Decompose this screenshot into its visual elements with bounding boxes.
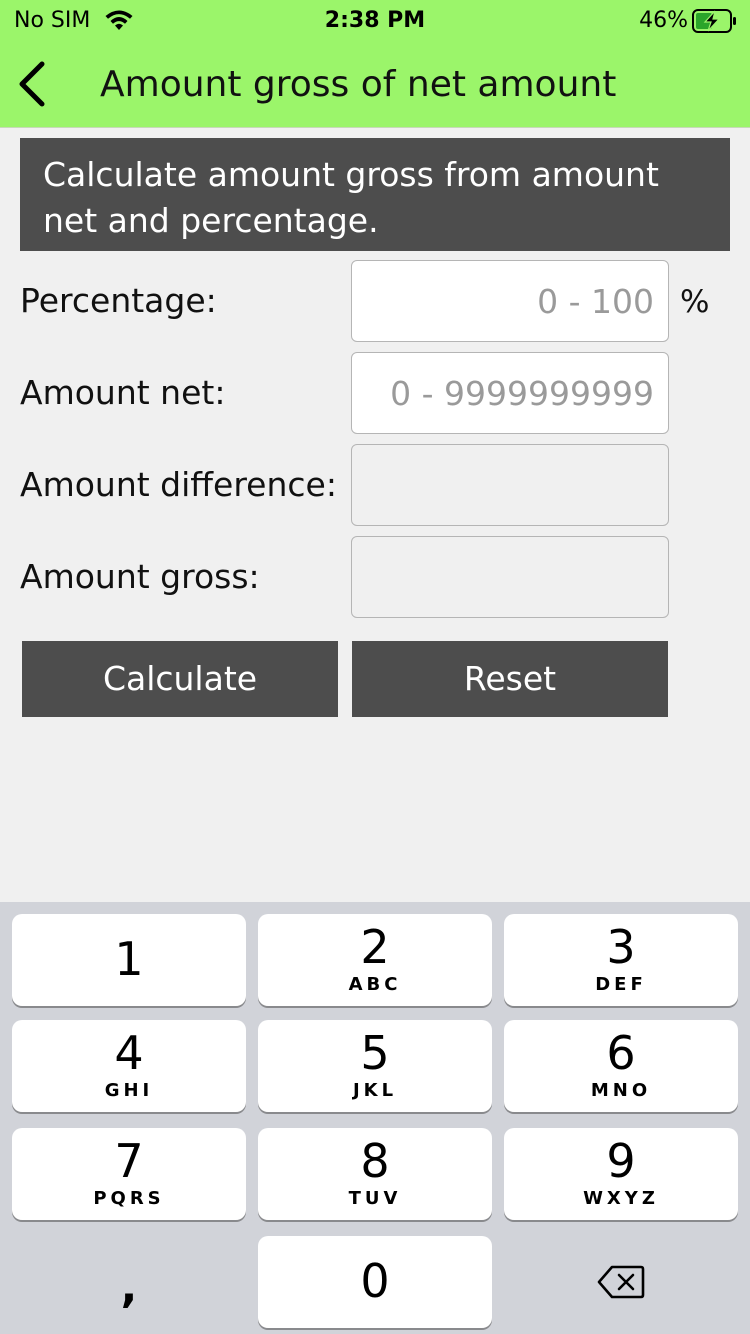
- page-title: Amount gross of net amount: [100, 64, 617, 105]
- key-letters: JKL: [352, 1080, 398, 1101]
- clock: 2:38 PM: [324, 8, 426, 33]
- key-5[interactable]: 5 JKL: [258, 1020, 492, 1112]
- key-letters: MNO: [590, 1080, 652, 1101]
- delete-key[interactable]: [504, 1236, 738, 1328]
- key-0[interactable]: 0: [258, 1236, 492, 1328]
- key-digit: 3: [606, 920, 636, 974]
- key-letters: TUV: [348, 1188, 402, 1209]
- key-letters: PQRS: [93, 1188, 165, 1209]
- key-letters: DEF: [595, 974, 647, 995]
- amount-difference-label: Amount difference:: [20, 465, 337, 504]
- key-digit: 5: [360, 1026, 390, 1080]
- amount-gross-field: [351, 536, 669, 618]
- key-1[interactable]: 1: [12, 914, 246, 1006]
- key-digit: 1: [114, 932, 144, 986]
- key-letters: WXYZ: [583, 1188, 659, 1209]
- amount-difference-field: [351, 444, 669, 526]
- status-bar: No SIM 2:38 PM 46%: [0, 0, 750, 40]
- calculate-button[interactable]: Calculate: [22, 641, 338, 717]
- key-digit: 7: [114, 1134, 144, 1188]
- key-digit: 8: [360, 1134, 390, 1188]
- percent-unit-label: %: [680, 284, 710, 320]
- description-banner: Calculate amount gross from amount net a…: [20, 138, 730, 251]
- comma-key[interactable]: ,: [12, 1236, 246, 1328]
- key-7[interactable]: 7 PQRS: [12, 1128, 246, 1220]
- key-3[interactable]: 3 DEF: [504, 914, 738, 1006]
- battery-percentage: 46%: [639, 8, 688, 33]
- chevron-left-icon: [19, 61, 45, 107]
- key-letters: GHI: [104, 1080, 154, 1101]
- key-6[interactable]: 6 MNO: [504, 1020, 738, 1112]
- percentage-label: Percentage:: [20, 281, 217, 320]
- key-digit: 6: [606, 1026, 636, 1080]
- key-8[interactable]: 8 TUV: [258, 1128, 492, 1220]
- key-digit: 2: [360, 920, 390, 974]
- comma-key-label: ,: [120, 1262, 138, 1313]
- backspace-icon: [597, 1265, 645, 1299]
- key-letters: ABC: [348, 974, 402, 995]
- numeric-keypad: 1 2 ABC 3 DEF 4 GHI 5 JKL 6 MNO 7 PQRS 8…: [0, 902, 750, 1334]
- battery-charging-icon: [692, 8, 738, 38]
- amount-gross-label: Amount gross:: [20, 557, 260, 596]
- key-digit: 0: [360, 1254, 390, 1308]
- key-digit: 4: [114, 1026, 144, 1080]
- back-button[interactable]: [12, 58, 58, 110]
- amount-net-label: Amount net:: [20, 373, 226, 412]
- reset-button[interactable]: Reset: [352, 641, 668, 717]
- key-digit: 9: [606, 1134, 636, 1188]
- key-2[interactable]: 2 ABC: [258, 914, 492, 1006]
- percentage-input[interactable]: [351, 260, 669, 342]
- navigation-bar: Amount gross of net amount: [0, 40, 750, 128]
- key-9[interactable]: 9 WXYZ: [504, 1128, 738, 1220]
- amount-net-input[interactable]: [351, 352, 669, 434]
- key-4[interactable]: 4 GHI: [12, 1020, 246, 1112]
